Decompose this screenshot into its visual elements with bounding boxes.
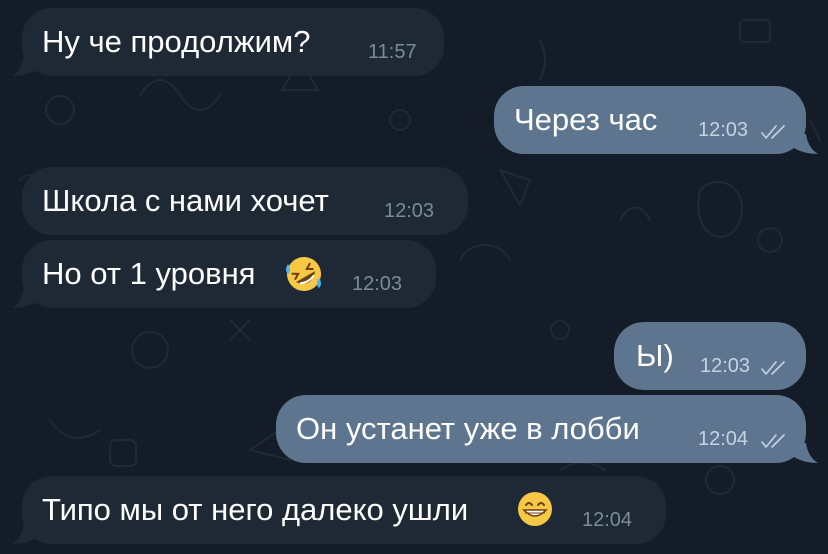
rolling-on-floor-laughing-emoji xyxy=(286,257,321,291)
grinning-face-emoji xyxy=(518,492,552,526)
outgoing-bubble-tail xyxy=(794,443,818,463)
incoming-bubble-tail xyxy=(12,524,36,544)
message-timestamp: 12:04 xyxy=(582,509,633,531)
message-timestamp: 12:03 xyxy=(384,200,435,222)
message-timestamp: 12:03 xyxy=(700,355,751,377)
message-text: Ну че продолжим? xyxy=(42,24,311,59)
outgoing-message-bubble[interactable]: Ы) 12:03 xyxy=(614,322,806,390)
incoming-message-bubble[interactable]: Ну че продолжим? 11:57 xyxy=(22,8,444,76)
incoming-message-bubble[interactable]: Типо мы от него далеко ушли 12:04 xyxy=(22,476,666,544)
outgoing-bubble-tail xyxy=(794,134,818,154)
outgoing-message-bubble[interactable]: Он устанет уже в лобби 12:04 xyxy=(276,395,806,463)
incoming-message-bubble[interactable]: Но от 1 уровня 12:03 xyxy=(22,240,436,308)
double-check-read-icon xyxy=(761,434,785,448)
message-text: Он устанет уже в лобби xyxy=(296,411,640,446)
double-check-read-icon xyxy=(761,361,785,375)
message-timestamp: 12:03 xyxy=(698,119,749,141)
incoming-bubble-tail xyxy=(12,56,36,76)
outgoing-message-bubble[interactable]: Через час 12:03 xyxy=(494,86,806,154)
incoming-message-bubble[interactable]: Школа с нами хочет 12:03 xyxy=(22,167,468,235)
message-text: Ы) xyxy=(636,338,674,373)
message-text: Типо мы от него далеко ушли xyxy=(42,492,469,527)
message-timestamp: 11:57 xyxy=(368,41,417,63)
message-text: Но от 1 уровня xyxy=(42,256,256,291)
double-check-read-icon xyxy=(761,125,785,139)
message-text: Через час xyxy=(514,102,658,137)
incoming-bubble-tail xyxy=(12,288,36,308)
message-timestamp: 12:04 xyxy=(698,428,749,450)
message-timestamp: 12:03 xyxy=(352,273,403,295)
message-text: Школа с нами хочет xyxy=(42,183,329,218)
